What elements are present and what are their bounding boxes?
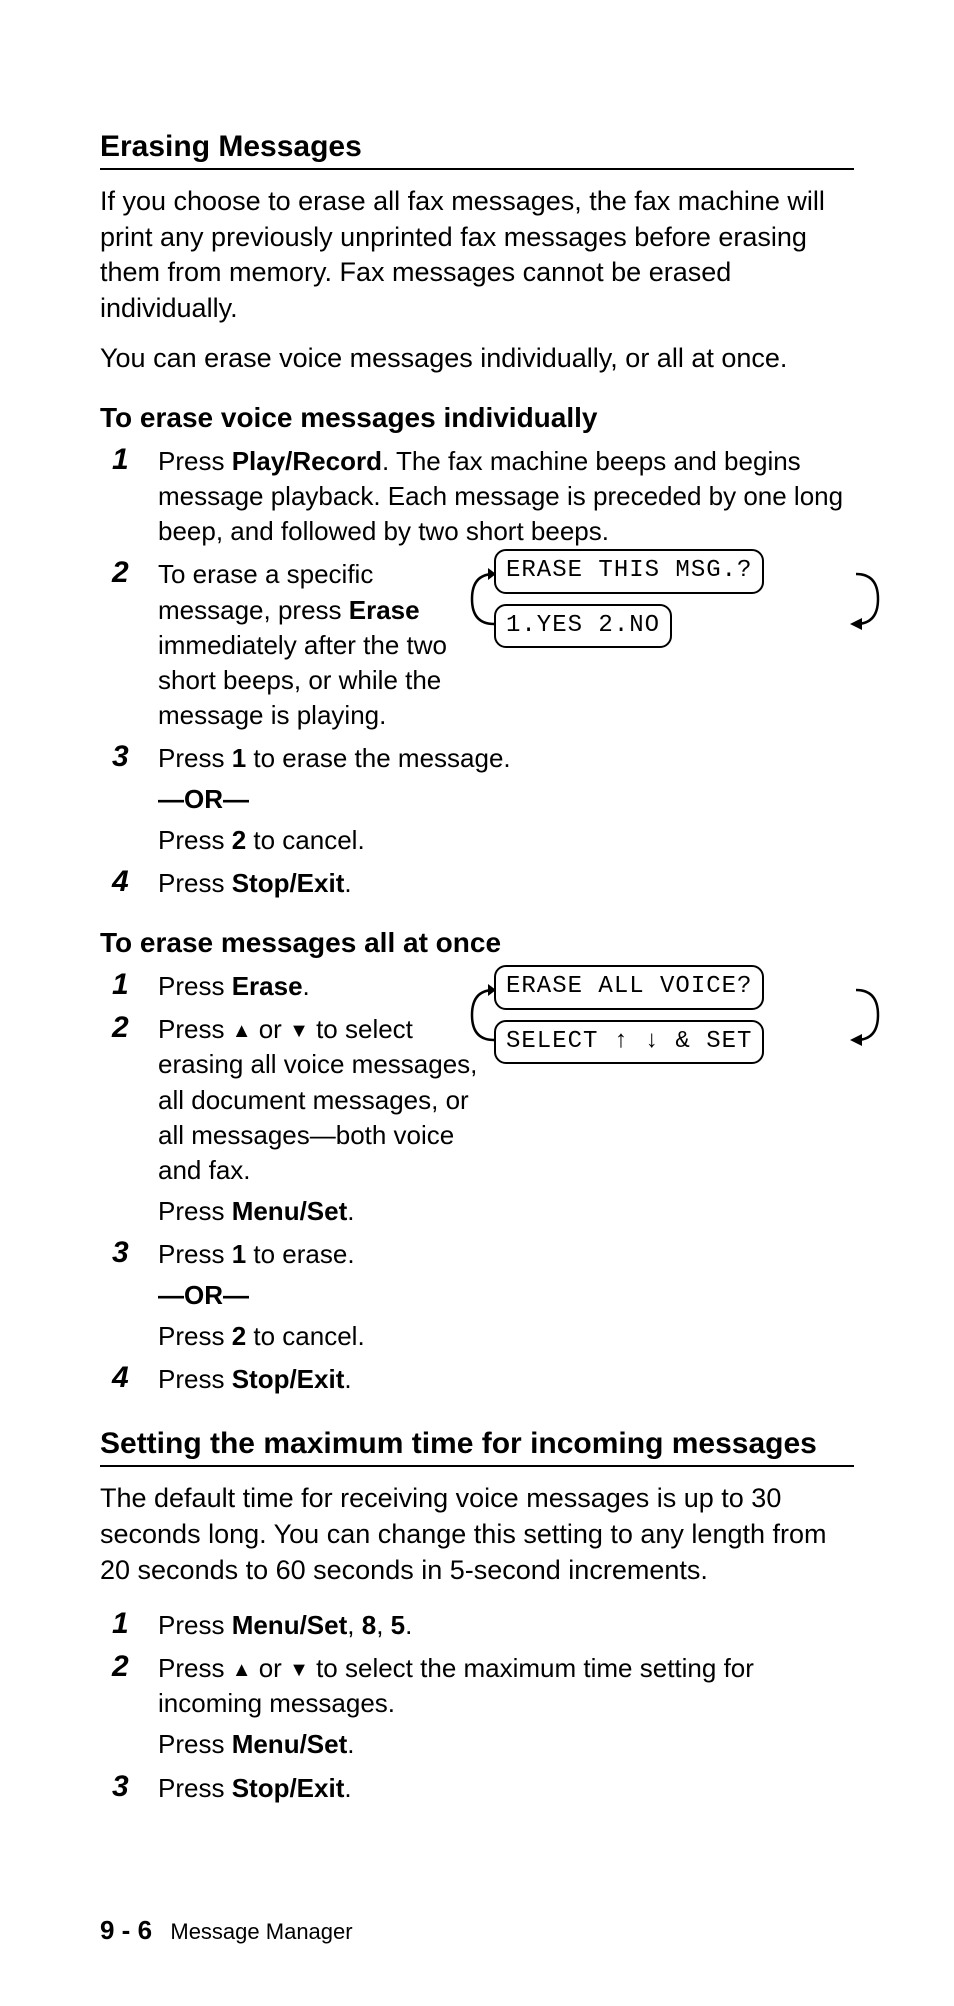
step-text-wrap: Press 2 to cancel.: [158, 823, 854, 858]
lcd-line-2: 1.YES 2.NO: [494, 604, 672, 648]
step-text: .: [344, 1364, 351, 1394]
up-triangle-icon: ▲: [232, 1018, 252, 1045]
body-paragraph: You can erase voice messages individuall…: [100, 341, 854, 377]
key-name: 5: [391, 1610, 405, 1640]
subheading-individual: To erase voice messages individually: [100, 402, 854, 434]
step-text: or: [251, 1014, 289, 1044]
lcd-line-1: ERASE ALL VOICE?: [494, 965, 764, 1009]
step-text: Press: [158, 743, 232, 773]
step-text: Press: [158, 1196, 232, 1226]
step-text: Press: [158, 1014, 232, 1044]
step-item: Press ▲ or ▼ to select erasing all voice…: [100, 1012, 854, 1229]
footer-title: Message Manager: [170, 1919, 352, 1944]
cycle-arrow-left-icon: [466, 554, 500, 644]
step-text: To erase a specific message, press: [158, 559, 373, 624]
key-name: 2: [232, 1321, 246, 1351]
or-text: —OR—: [158, 1280, 249, 1310]
step-item: Press 1 to erase. —OR— Press 2 to cancel…: [100, 1237, 854, 1354]
key-name: Menu/Set: [232, 1729, 348, 1759]
step-text: .: [344, 1773, 351, 1803]
step-text: Press: [158, 1321, 232, 1351]
step-text: or: [251, 1653, 289, 1683]
key-name: Menu/Set: [232, 1196, 348, 1226]
step-item: Press Erase. ERASE ALL VOICE? SELECT ↑ ↓…: [100, 969, 854, 1004]
step-text: Press: [158, 446, 232, 476]
up-triangle-icon: ▲: [232, 1657, 252, 1684]
step-text: Press: [158, 1729, 232, 1759]
step-text: .: [405, 1610, 412, 1640]
step-text: immediately after the two short beeps, o…: [158, 630, 447, 730]
step-text-wrap: Press 2 to cancel.: [158, 1319, 854, 1354]
key-name: Stop/Exit: [232, 1364, 345, 1394]
down-triangle-icon: ▼: [289, 1018, 309, 1045]
key-name: 1: [232, 743, 246, 773]
step-text: to cancel.: [246, 1321, 365, 1351]
step-text: to erase.: [246, 1239, 354, 1269]
step-text: Press: [158, 825, 232, 855]
step-text: to erase the message.: [246, 743, 510, 773]
lcd-display-group: ERASE THIS MSG.? 1.YES 2.NO: [494, 549, 854, 648]
key-name: 8: [362, 1610, 376, 1640]
step-text: Press: [158, 971, 232, 1001]
step-text: Press: [158, 868, 232, 898]
or-text: —OR—: [158, 784, 249, 814]
body-paragraph: The default time for receiving voice mes…: [100, 1481, 854, 1588]
step-item: Press ▲ or ▼ to select the maximum time …: [100, 1651, 854, 1762]
key-name: Erase: [232, 971, 303, 1001]
body-paragraph: If you choose to erase all fax messages,…: [100, 184, 854, 327]
step-text: .: [344, 868, 351, 898]
step-item: Press Stop/Exit.: [100, 866, 854, 901]
key-name: 2: [232, 825, 246, 855]
step-text: Press: [158, 1773, 232, 1803]
step-text: .: [303, 971, 310, 1001]
cycle-arrow-right-icon: [850, 970, 884, 1060]
step-text: Press: [158, 1610, 232, 1640]
section-heading-maxtime: Setting the maximum time for incoming me…: [100, 1427, 854, 1467]
step-list: Press Play/Record. The fax machine beeps…: [100, 444, 854, 901]
step-item: Press Stop/Exit.: [100, 1771, 854, 1806]
step-text: .: [347, 1196, 354, 1226]
key-name: 1: [232, 1239, 246, 1269]
or-separator: —OR—: [158, 782, 854, 817]
or-separator: —OR—: [158, 1278, 854, 1313]
step-item: Press Stop/Exit.: [100, 1362, 854, 1397]
down-triangle-icon: ▼: [289, 1657, 309, 1684]
lcd-line-1: ERASE THIS MSG.?: [494, 549, 764, 593]
key-name: Play/Record: [232, 446, 382, 476]
step-text: Press: [158, 1653, 232, 1683]
page-number: 9 - 6: [100, 1915, 152, 1945]
step-text: ,: [347, 1610, 361, 1640]
cycle-arrow-right-icon: [850, 554, 884, 644]
step-text: .: [347, 1729, 354, 1759]
key-name: Erase: [349, 595, 420, 625]
subheading-all-at-once: To erase messages all at once: [100, 927, 854, 959]
key-name: Stop/Exit: [232, 868, 345, 898]
step-text-wrap: Press Menu/Set.: [158, 1727, 854, 1762]
step-text: ,: [376, 1610, 390, 1640]
document-page: Erasing Messages If you choose to erase …: [0, 0, 954, 2006]
step-text: to cancel.: [246, 825, 365, 855]
step-item: To erase a specific message, press Erase…: [100, 557, 854, 732]
step-text-wrap: Press ▲ or ▼ to select erasing all voice…: [158, 1012, 854, 1187]
page-footer: 9 - 6 Message Manager: [100, 1915, 353, 1946]
step-item: Press Menu/Set, 8, 5.: [100, 1608, 854, 1643]
step-text-wrap: Press Menu/Set.: [158, 1194, 854, 1229]
step-text: Press: [158, 1239, 232, 1269]
step-text: Press: [158, 1364, 232, 1394]
step-item: Press Play/Record. The fax machine beeps…: [100, 444, 854, 549]
section-heading-erasing: Erasing Messages: [100, 130, 854, 170]
step-list: Press Menu/Set, 8, 5. Press ▲ or ▼ to se…: [100, 1608, 854, 1805]
key-name: Stop/Exit: [232, 1773, 345, 1803]
step-item: Press 1 to erase the message. —OR— Press…: [100, 741, 854, 858]
step-list: Press Erase. ERASE ALL VOICE? SELECT ↑ ↓…: [100, 969, 854, 1397]
key-name: Menu/Set: [232, 1610, 348, 1640]
